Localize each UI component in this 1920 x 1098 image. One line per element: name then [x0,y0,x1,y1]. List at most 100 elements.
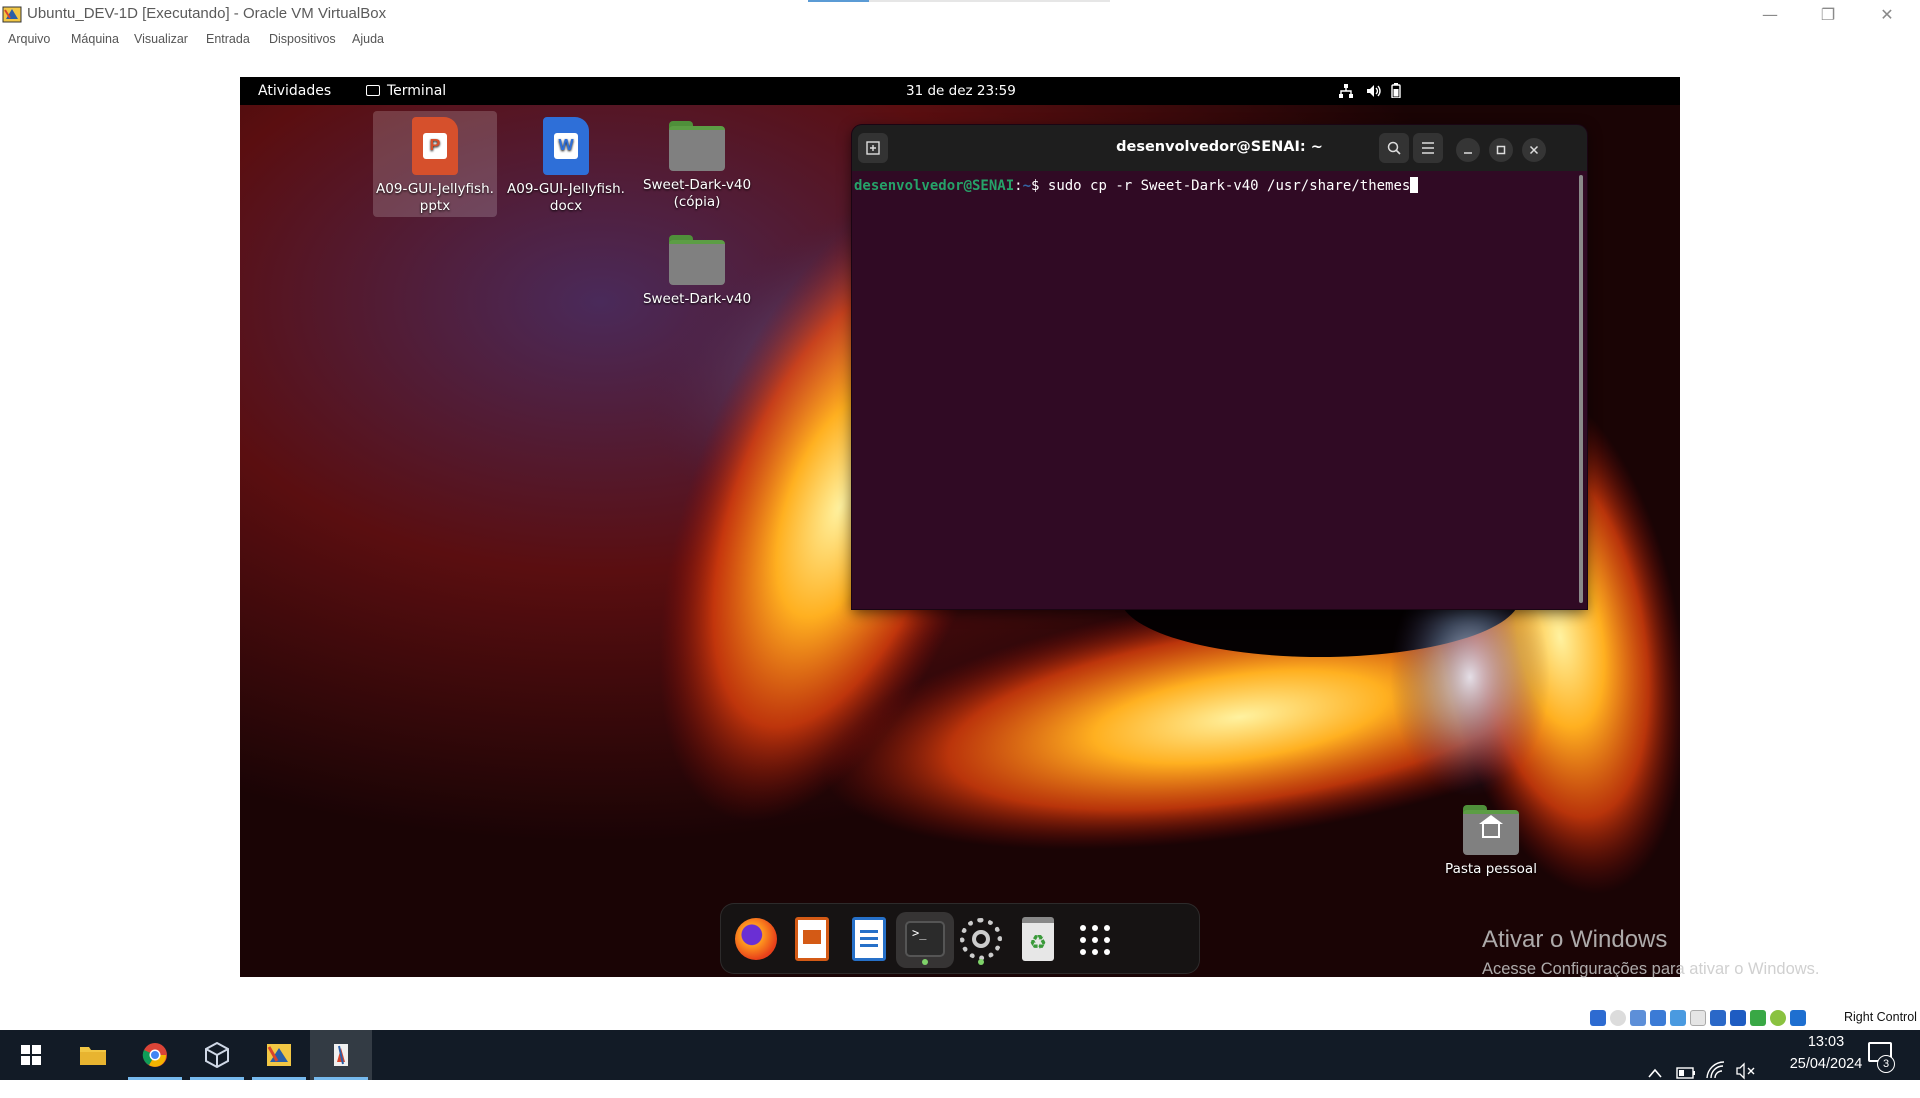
taskbar-clock-time[interactable]: 13:03 [1788,1034,1864,1050]
guest-additions-icon[interactable] [1770,1010,1786,1026]
guest-screen[interactable]: Atividades Terminal 31 de dez 23:59 P A0… [240,77,1680,977]
impress-icon [795,917,829,961]
trash-icon: ♻ [1022,917,1054,961]
app-menu-terminal[interactable]: Terminal [387,83,446,99]
command-input[interactable]: sudo cp -r Sweet-Dark-v40 /usr/share/the… [1039,178,1410,194]
mouse-integration-icon[interactable] [1790,1010,1806,1026]
usb-icon[interactable] [1670,1010,1686,1026]
display-icon[interactable] [1710,1010,1726,1026]
hard-disk-icon[interactable] [1590,1010,1606,1026]
activities-button[interactable]: Atividades [258,83,331,99]
dock-firefox[interactable] [727,912,785,968]
dock-terminal[interactable]: >_ [896,912,954,968]
terminal-minimize-button[interactable] [1456,138,1480,162]
taskbar-file-explorer[interactable] [62,1030,124,1080]
minimize-button[interactable]: — [1741,0,1799,29]
desktop-icon-label: Pasta pessoal [1445,861,1537,877]
home-folder-icon [1463,805,1519,855]
terminal-content[interactable]: desenvolvedor@SENAI:~$ sudo cp -r Sweet-… [854,177,1419,194]
taskbar-virtualbox-vm[interactable] [310,1030,372,1080]
virtualbox-vm-icon [334,1044,348,1066]
title-progress-strip [808,0,1110,2]
text-cursor [1410,177,1419,193]
recording-icon[interactable] [1730,1010,1746,1026]
taskbar-chrome[interactable] [124,1030,186,1080]
menu-maquina[interactable]: Máquina [71,32,119,46]
chrome-icon [142,1043,167,1067]
desktop-icon-sweet-dark[interactable]: Sweet-Dark-v40 [635,225,759,313]
virtualbox-titlebar: Ubuntu_DEV-1D [Executando] - Oracle VM V… [0,0,1920,29]
close-button[interactable]: ✕ [1858,0,1916,29]
menu-ajuda[interactable]: Ajuda [352,32,384,46]
network-adapter-icon[interactable] [1650,1010,1666,1026]
desktop-icon-label: Sweet-Dark-v40 [642,291,752,307]
writer-icon [852,917,886,961]
prompt-separator: : [1014,178,1023,194]
volume-icon[interactable] [1366,84,1382,98]
network-icon[interactable] [1339,84,1353,98]
terminal-maximize-button[interactable] [1489,138,1513,162]
terminal-app-icon [366,85,380,96]
windows-activation-watermark: Ativar o Windows Acesse Configurações pa… [1482,926,1820,979]
folder-icon [669,121,725,171]
running-indicator [978,959,984,965]
document-file-icon: W [543,117,589,175]
terminal-icon: >_ [905,921,945,957]
desktop-icon-label-ext: (cópia) [673,194,721,210]
menu-visualizar[interactable]: Visualizar [134,32,188,46]
virtualbox-cube-icon [205,1042,229,1068]
terminal-window[interactable]: desenvolvedor@SENAI: ~ desenvolvedor@SEN… [852,125,1587,609]
desktop-icon-label: A09-GUI-Jellyfish. [507,181,625,197]
terminal-scrollbar[interactable] [1579,175,1583,603]
search-button[interactable] [1379,133,1409,163]
shared-folders-icon[interactable] [1690,1010,1706,1026]
volume-muted-tray-icon[interactable] [1736,1046,1756,1096]
desktop-icon-docx[interactable]: W A09-GUI-Jellyfish. docx [504,111,628,217]
dock-impress[interactable] [783,912,841,968]
hamburger-icon [1422,142,1434,154]
audio-icon[interactable] [1630,1010,1646,1026]
virtualbox-app-icon [2,6,22,23]
host-key-label: Right Control [1844,1010,1917,1024]
date-time[interactable]: 31 de dez 23:59 [906,83,1016,99]
battery-icon[interactable] [1391,83,1401,98]
dock-settings[interactable] [952,912,1010,968]
desktop-icon-label: A09-GUI-Jellyfish. [376,181,494,197]
optical-drive-icon[interactable] [1610,1010,1626,1026]
running-indicator [922,959,928,965]
file-explorer-icon [80,1047,106,1065]
prompt-path: ~ [1022,178,1032,194]
ubuntu-dock: >_ ♻ [720,903,1200,974]
desktop-icon-sweet-dark-copy[interactable]: Sweet-Dark-v40 (cópia) [635,111,759,217]
activation-subtitle: Acesse Configurações para ativar o Windo… [1482,960,1820,978]
taskbar-editor[interactable] [248,1030,310,1080]
dock-writer[interactable] [840,912,898,968]
wifi-tray-icon[interactable] [1706,1045,1726,1095]
maximize-icon [1496,145,1506,155]
dock-trash[interactable]: ♻ [1009,912,1067,968]
show-hidden-icons-chevron-icon[interactable] [1648,1048,1662,1098]
start-button[interactable] [0,1030,62,1080]
windows-taskbar: 13:03 25/04/2024 3 [0,1030,1920,1080]
battery-tray-icon[interactable] [1676,1048,1696,1098]
terminal-close-button[interactable] [1522,138,1546,162]
notification-count-badge: 3 [1877,1055,1895,1073]
menu-arquivo[interactable]: Arquivo [8,32,50,46]
firefox-icon [735,918,777,960]
activation-title: Ativar o Windows [1482,926,1668,953]
menu-entrada[interactable]: Entrada [206,32,250,46]
desktop-icon-home[interactable]: Pasta pessoal [1429,795,1553,883]
menu-button[interactable] [1413,133,1443,163]
cpu-activity-icon[interactable] [1750,1010,1766,1026]
terminal-headerbar[interactable]: desenvolvedor@SENAI: ~ [852,125,1587,171]
taskbar-clock-date[interactable]: 25/04/2024 [1768,1056,1884,1072]
desktop-icon-pptx[interactable]: P A09-GUI-Jellyfish. pptx [373,111,497,217]
editor-app-icon [267,1044,291,1066]
dock-show-apps[interactable] [1065,912,1123,968]
gnome-top-bar: Atividades Terminal 31 de dez 23:59 [240,77,1680,105]
settings-gear-icon [960,918,1002,960]
desktop-icon-label-ext: docx [549,198,583,214]
restore-button[interactable]: ❐ [1799,0,1857,29]
menu-dispositivos[interactable]: Dispositivos [269,32,336,46]
taskbar-virtualbox-manager[interactable] [186,1030,248,1080]
